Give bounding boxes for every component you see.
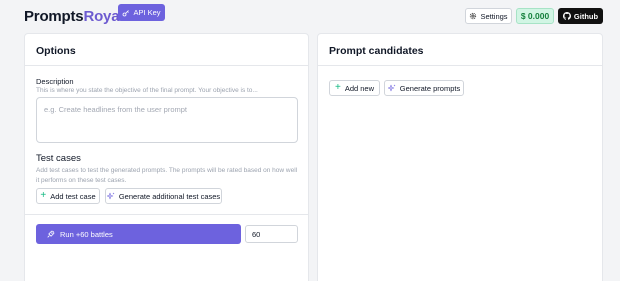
rocket-icon [47,230,55,238]
key-icon [123,9,130,16]
add-test-case-button[interactable]: + Add test case [36,188,100,204]
generate-test-cases-label: Generate additional test cases [118,191,221,201]
options-title: Options [36,45,76,57]
candidates-divider [318,65,602,66]
description-help: This is where you state the objective of… [36,87,258,94]
add-new-label: Add new [344,83,375,93]
generate-prompts-label: Generate prompts [399,83,461,93]
github-icon [562,12,571,20]
sparkles-icon [387,84,396,92]
plus-icon: + [334,82,341,93]
sparkles-icon [106,192,115,200]
app-logo: PromptsRoyale [24,8,132,25]
description-label: Description [36,77,74,86]
add-test-case-label: Add test case [50,191,96,201]
test-cases-title: Test cases [36,153,81,164]
generate-prompts-button[interactable]: Generate prompts [384,80,464,96]
logo-main: Prompts [24,8,84,25]
github-button[interactable]: Github [558,8,603,24]
github-label: Github [573,11,599,21]
options-divider [25,65,308,66]
description-input[interactable] [36,97,298,143]
plus-icon: + [40,190,47,201]
battles-count-input[interactable] [245,225,298,243]
prompt-candidates-title: Prompt candidates [329,45,424,57]
balance-badge[interactable]: $ 0.000 [516,8,554,24]
header: PromptsRoyale API Key Settings $ 0.000 G… [0,0,620,32]
generate-test-cases-button[interactable]: Generate additional test cases [105,188,222,204]
api-key-label: API Key [133,8,161,17]
run-battles-label: Run +60 battles [60,229,113,239]
gear-icon [470,12,477,20]
run-divider [25,214,308,215]
prompt-candidates-panel: Prompt candidates + Add new Generate pro… [317,33,603,281]
settings-label: Settings [480,11,508,21]
api-key-button[interactable]: API Key [118,4,165,21]
options-panel: Options Description This is where you st… [24,33,309,281]
run-battles-button[interactable]: Run +60 battles [36,224,241,244]
add-new-button[interactable]: + Add new [329,80,380,96]
test-cases-help: Add test cases to test the generated pro… [36,167,298,184]
settings-button[interactable]: Settings [465,8,512,24]
